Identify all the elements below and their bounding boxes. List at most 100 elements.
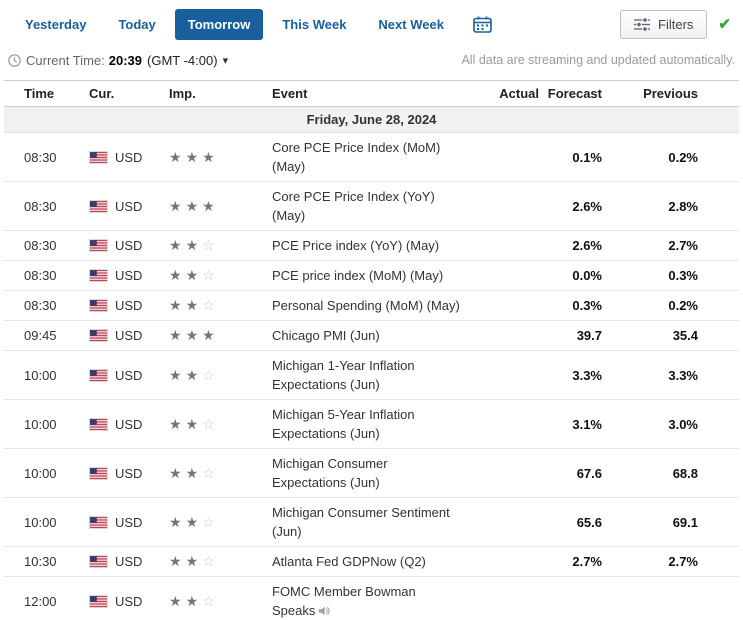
event-time: 08:30 [24,149,57,165]
importance-stars: ★ ★ ★ [169,149,272,166]
event-name: Michigan Consumer Expectations (Jun) [272,456,388,490]
table-row: 08:30 USD ★ ★ ★ Core PCE Price Index (YoY)… [4,182,739,231]
currency-cell: USD [89,466,169,481]
us-flag-icon [89,269,108,282]
forecast-value: 3.3% [572,367,602,383]
importance-star-filled-icon: ★ [202,327,215,343]
events-table: Time Cur. Imp. Event Actual Forecast Pre… [4,80,739,620]
event-time: 10:30 [24,554,57,569]
forecast-value: 0.3% [572,298,602,313]
previous-value: 2.7% [668,554,698,569]
tab-next-week[interactable]: Next Week [365,9,457,40]
event-name-link[interactable]: Core PCE Price Index (YoY) (May) [272,182,484,230]
event-name-link[interactable]: Michigan Consumer Expectations (Jun) [272,449,484,497]
currency-code: USD [115,238,143,253]
us-flag-icon [89,199,108,213]
importance-star-filled-icon: ★ [169,593,182,609]
currency-code: USD [115,554,143,569]
table-body: 08:30 USD ★ ★ ★ Core PCE Price Index (MoM)… [4,133,739,620]
event-name-link[interactable]: Chicago PMI (Jun) [272,321,484,350]
currency-cell: USD [89,298,169,313]
table-row: 08:30 USD ★ ★ ☆ PCE Price index (YoY) (May… [4,231,739,261]
importance-star-filled-icon: ★ [169,267,182,283]
importance-star-filled-icon: ★ [185,553,199,569]
forecast-value: 0.1% [572,149,602,165]
us-flag-icon [89,515,108,529]
forecast-value: 3.1% [572,416,602,432]
importance-star-empty-icon: ☆ [202,267,215,283]
event-name: Personal Spending (MoM) (May) [272,298,460,313]
currency-cell: USD [89,199,169,214]
previous-value: 69.1 [672,514,698,530]
currency-code: USD [115,268,143,283]
table-header: Time Cur. Imp. Event Actual Forecast Pre… [4,80,739,107]
event-time: 08:30 [24,238,57,253]
importance-star-filled-icon: ★ [185,366,199,383]
importance-star-filled-icon: ★ [185,148,199,165]
tab-tomorrow[interactable]: Tomorrow [174,8,264,40]
event-name-link[interactable]: FOMC Member Bowman Speaks [272,577,484,620]
table-row: 12:00 USD ★ ★ ☆ FOMC Member Bowman Speaks [4,577,739,620]
previous-value: 2.8% [668,198,698,214]
event-name-link[interactable]: Atlanta Fed GDPNow (Q2) [272,547,484,576]
currency-code: USD [115,416,143,432]
calendar-icon-button[interactable] [469,12,496,37]
importance-stars: ★ ★ ★ [169,327,272,344]
importance-star-filled-icon: ★ [202,148,215,165]
event-time: 10:00 [24,416,57,432]
table-row: 10:00 USD ★ ★ ☆ Michigan Consumer Expectat… [4,449,739,498]
forecast-value: 67.6 [576,465,602,481]
event-name: PCE price index (MoM) (May) [272,268,444,283]
importance-stars: ★ ★ ☆ [169,593,272,610]
event-name-link[interactable]: PCE Price index (YoY) (May) [272,231,484,260]
forecast-value: 0.0% [572,268,602,283]
forecast-value: 65.6 [576,514,602,530]
importance-star-filled-icon: ★ [185,237,199,253]
subbar: Current Time: 20:39 (GMT -4:00) ▾ All da… [0,48,743,80]
table-row: 10:30 USD ★ ★ ☆ Atlanta Fed GDPNow (Q2) 2.… [4,547,739,577]
importance-stars: ★ ★ ★ [169,198,272,215]
importance-stars: ★ ★ ☆ [169,237,272,254]
currency-cell: USD [89,554,169,569]
importance-star-filled-icon: ★ [169,327,182,343]
event-name: Atlanta Fed GDPNow (Q2) [272,554,426,569]
importance-star-empty-icon: ☆ [202,553,215,569]
event-name: FOMC Member Bowman Speaks [272,584,416,618]
previous-value: 0.2% [668,298,698,313]
tab-today[interactable]: Today [105,9,168,40]
filters-button[interactable]: Filters [620,9,708,39]
event-name-link[interactable]: Michigan 5-Year Inflation Expectations (… [272,400,484,448]
importance-star-empty-icon: ☆ [202,513,215,530]
event-name-link[interactable]: Core PCE Price Index (MoM) (May) [272,133,484,181]
event-name-link[interactable]: PCE price index (MoM) (May) [272,261,484,290]
event-name: Michigan Consumer Sentiment (Jun) [272,505,450,539]
event-name-link[interactable]: Personal Spending (MoM) (May) [272,291,484,320]
currency-cell: USD [89,417,169,432]
event-name: Michigan 5-Year Inflation Expectations (… [272,407,415,441]
importance-stars: ★ ★ ☆ [169,367,272,384]
event-time: 10:00 [24,514,57,530]
tab-yesterday[interactable]: Yesterday [12,9,99,40]
event-name-link[interactable]: Michigan Consumer Sentiment (Jun) [272,498,484,546]
header-forecast: Forecast [547,86,602,101]
current-time-value: 20:39 [108,52,142,68]
forecast-value: 2.6% [572,238,602,253]
currency-code: USD [115,594,143,609]
previous-value: 0.2% [668,149,698,165]
importance-star-empty-icon: ☆ [202,464,215,481]
tab-this-week[interactable]: This Week [269,9,359,40]
event-time: 10:00 [24,465,57,481]
importance-stars: ★ ★ ☆ [169,514,272,531]
importance-star-filled-icon: ★ [169,197,182,214]
currency-cell: USD [89,150,169,165]
importance-star-filled-icon: ★ [185,593,199,609]
event-name: Core PCE Price Index (MoM) (May) [272,140,441,174]
us-flag-icon [89,595,108,608]
importance-star-filled-icon: ★ [185,464,199,481]
event-time: 09:45 [24,328,57,343]
filter-sliders-icon [634,17,651,31]
current-time-selector[interactable]: Current Time: 20:39 (GMT -4:00) ▾ [8,53,228,68]
event-name-link[interactable]: Michigan 1-Year Inflation Expectations (… [272,351,484,399]
us-flag-icon [89,555,108,568]
header-time: Time [24,86,55,101]
